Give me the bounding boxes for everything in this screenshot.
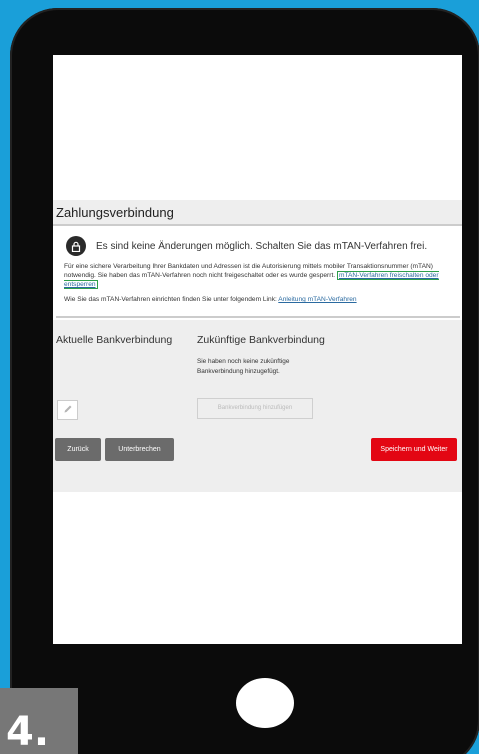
step-label: 4.: [6, 709, 50, 754]
mtan-notice: Es sind keine Änderungen möglich. Schalt…: [56, 230, 460, 318]
notice-title: Es sind keine Änderungen möglich. Schalt…: [96, 240, 428, 252]
home-button[interactable]: [236, 678, 294, 728]
future-bank-empty-text: Sie haben noch keine zukünftige Bankverb…: [197, 358, 290, 375]
lock-icon: [66, 236, 86, 256]
phone-screen: Zahlungsverbindung Es sind keine Änderun…: [53, 55, 462, 644]
instructions-text: Wie Sie das mTAN-Verfahren einrichten fi…: [64, 296, 277, 303]
future-bank-title: Zukünftige Bankverbindung: [197, 334, 325, 346]
add-bank-button[interactable]: Bankverbindung hinzufügen: [197, 398, 313, 419]
mtan-guide-link[interactable]: Anleitung mTAN-Verfahren: [278, 296, 356, 303]
notice-body: Für eine sichere Verarbeitung Ihrer Bank…: [64, 262, 452, 289]
step-badge: 4.: [0, 688, 78, 754]
pencil-icon: [63, 401, 73, 419]
current-bank-title: Aktuelle Bankverbindung: [56, 334, 173, 346]
notice-instructions: Wie Sie das mTAN-Verfahren einrichten fi…: [64, 296, 452, 303]
bank-area: Aktuelle Bankverbindung Zukünftige Bankv…: [53, 320, 462, 492]
section-title: Zahlungsverbindung: [53, 200, 462, 226]
phone-frame: Zahlungsverbindung Es sind keine Änderun…: [10, 8, 479, 754]
edit-bank-button[interactable]: [57, 400, 78, 420]
interrupt-button[interactable]: Unterbrechen: [105, 438, 174, 461]
back-button[interactable]: Zurück: [55, 438, 101, 461]
save-and-continue-button[interactable]: Speichern und Weiter: [371, 438, 457, 461]
